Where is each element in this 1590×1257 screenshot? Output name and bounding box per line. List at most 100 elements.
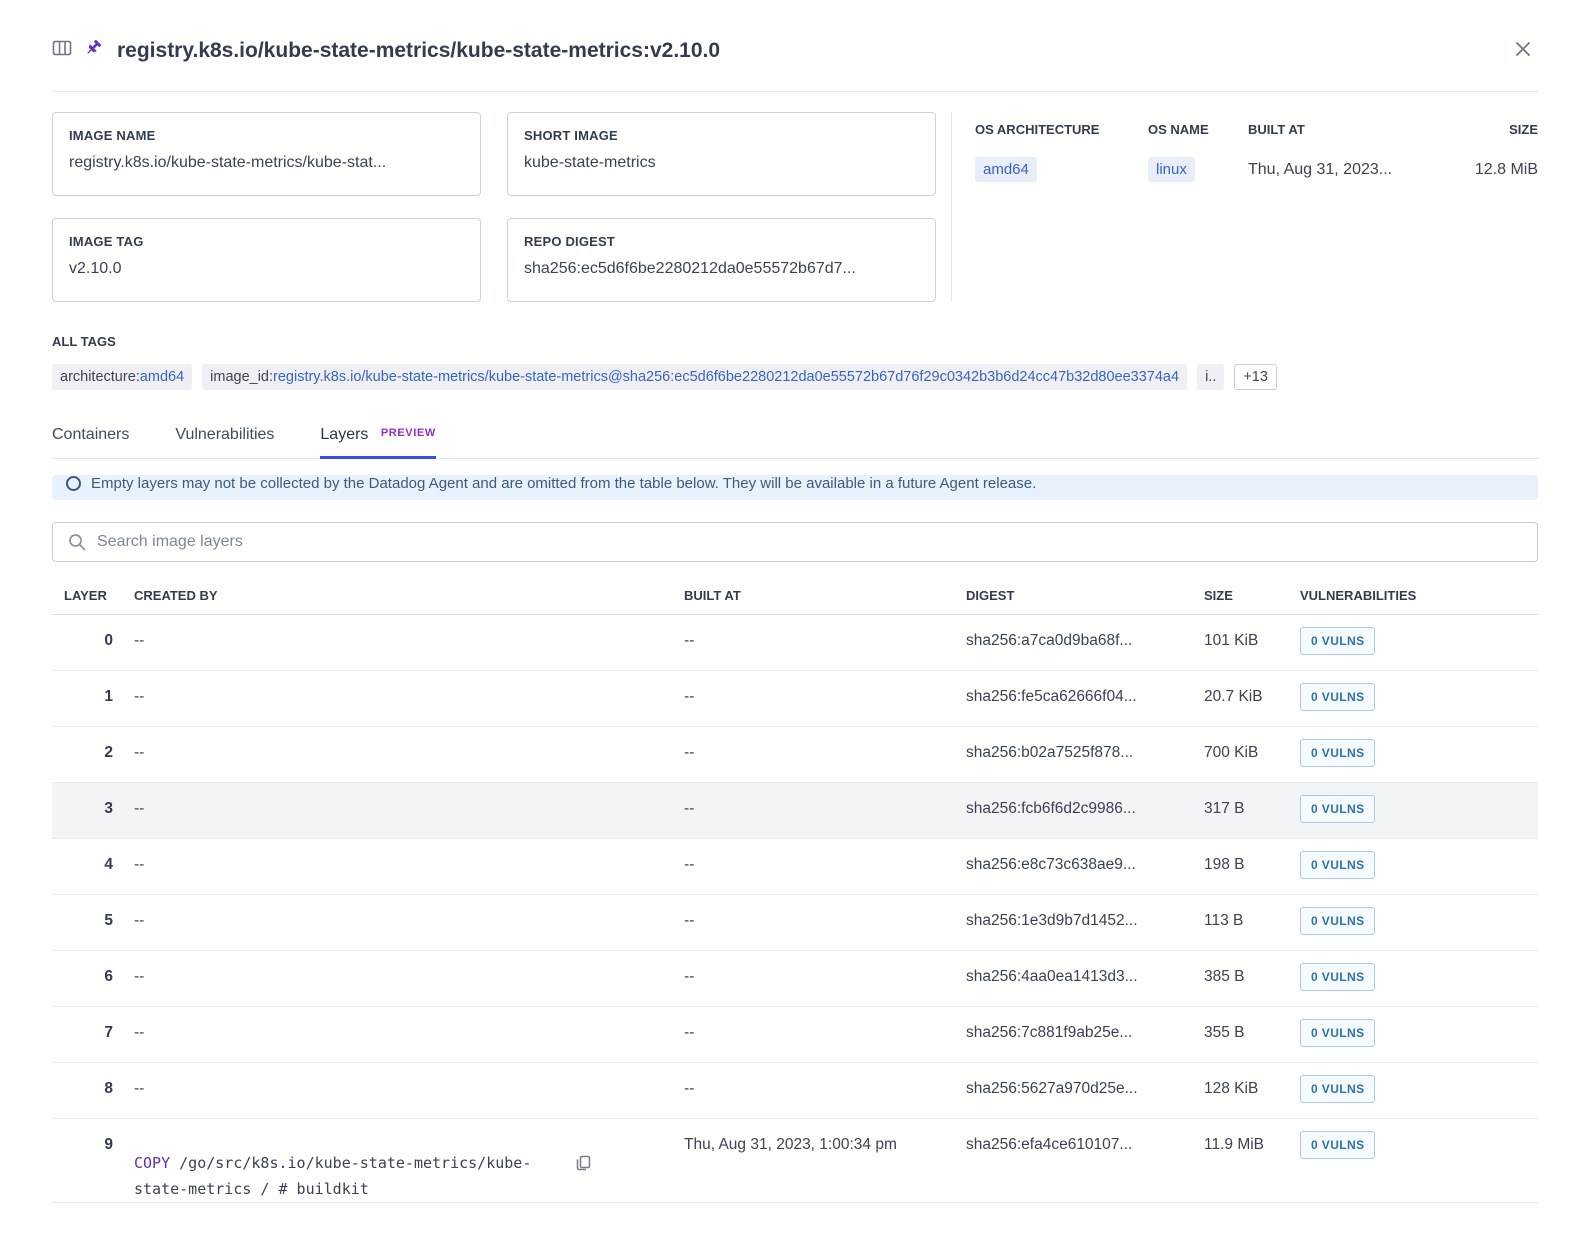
- tab-containers[interactable]: Containers: [52, 426, 129, 458]
- os-info: OS ARCHITECTURE OS NAME BUILT AT SIZE am…: [975, 112, 1538, 302]
- card-label: REPO DIGEST: [524, 234, 616, 249]
- vulns-badge: 0 VULNS: [1300, 627, 1376, 655]
- table-row[interactable]: 1 -- -- sha256:fe5ca62666f04... 20.7 KiB…: [52, 671, 1538, 727]
- vulns-cell: 0 VULNS: [1300, 1063, 1538, 1103]
- card-label: IMAGE TAG: [69, 234, 144, 249]
- col-header-digest: DIGEST: [966, 588, 1015, 603]
- layers-table-body: 0 -- -- sha256:a7ca0d9ba68f... 101 KiB 0…: [52, 615, 1538, 1203]
- tag-pill[interactable]: image_id:registry.k8s.io/kube-state-metr…: [202, 364, 1188, 390]
- all-tags-label: ALL TAGS: [52, 334, 116, 349]
- digest-value: sha256:b02a7525f878...: [966, 744, 1134, 761]
- copy-icon[interactable]: [574, 1154, 592, 1202]
- tag-pill[interactable]: i..: [1197, 364, 1225, 390]
- vulns-cell: 0 VULNS: [1300, 951, 1538, 991]
- vulns-badge: 0 VULNS: [1300, 1075, 1376, 1103]
- os-name-value[interactable]: linux: [1148, 157, 1195, 182]
- col-header-built-at: BUILT AT: [684, 588, 741, 603]
- all-tags-row: architecture:amd64 image_id:registry.k8s.…: [52, 364, 1538, 390]
- table-row[interactable]: 0 -- -- sha256:a7ca0d9ba68f... 101 KiB 0…: [52, 615, 1538, 671]
- vulns-badge: 0 VULNS: [1300, 963, 1376, 991]
- size-value: 700 KiB: [1204, 744, 1259, 761]
- vulns-cell: 0 VULNS: [1300, 1119, 1538, 1159]
- table-icon: [52, 38, 72, 63]
- created-by-value: --: [134, 688, 145, 705]
- size-value: 317 B: [1204, 800, 1245, 817]
- table-row[interactable]: 2 -- -- sha256:b02a7525f878... 700 KiB 0…: [52, 727, 1538, 783]
- close-button[interactable]: [1508, 34, 1538, 67]
- close-icon: [1512, 42, 1534, 63]
- table-row[interactable]: 3 -- -- sha256:fcb6f6d2c9986... 317 B 0 …: [52, 783, 1538, 839]
- card-short-image: SHORT IMAGE kube-state-metrics: [507, 112, 936, 196]
- table-row[interactable]: 4 -- -- sha256:e8c73c638ae9... 198 B 0 V…: [52, 839, 1538, 895]
- layer-number: 9: [104, 1136, 113, 1153]
- card-repo-digest: REPO DIGEST sha256:ec5d6f6be2280212da0e5…: [507, 218, 936, 302]
- vulns-cell: 0 VULNS: [1300, 671, 1538, 711]
- tab-layers[interactable]: Layers PREVIEW: [320, 426, 436, 459]
- digest-value: sha256:5627a970d25e...: [966, 1080, 1138, 1097]
- all-tags-section: ALL TAGS architecture:amd64 image_id:regi…: [52, 334, 1538, 390]
- table-row[interactable]: 7 -- -- sha256:7c881f9ab25e... 355 B 0 V…: [52, 1007, 1538, 1063]
- card-label: SHORT IMAGE: [524, 128, 618, 143]
- title-icons: [52, 38, 103, 63]
- built-at-value: --: [684, 1080, 695, 1097]
- info-banner-content: Empty layers may not be collected by the…: [52, 475, 1538, 500]
- table-row[interactable]: 8 -- -- sha256:5627a970d25e... 128 KiB 0…: [52, 1063, 1538, 1119]
- created-by-cell: --: [134, 1007, 684, 1042]
- os-architecture-header: OS ARCHITECTURE: [975, 122, 1100, 137]
- more-tags-button[interactable]: +13: [1234, 364, 1277, 390]
- created-by-cell: --: [134, 615, 684, 650]
- titlebar: registry.k8s.io/kube-state-metrics/kube-…: [52, 0, 1538, 67]
- vulns-badge: 0 VULNS: [1300, 907, 1376, 935]
- os-info-headers: OS ARCHITECTURE OS NAME BUILT AT SIZE: [975, 122, 1538, 137]
- tab-vulnerabilities[interactable]: Vulnerabilities: [175, 426, 274, 458]
- col-header-layer: LAYER: [64, 588, 107, 603]
- size-value: 385 B: [1204, 968, 1245, 985]
- os-built-at-header: BUILT AT: [1248, 122, 1305, 137]
- tag-pill[interactable]: architecture:amd64: [52, 364, 193, 390]
- created-by-value: --: [134, 856, 145, 873]
- os-architecture-value[interactable]: amd64: [975, 157, 1037, 182]
- col-header-size: SIZE: [1204, 588, 1233, 603]
- digest-value: sha256:efa4ce610107...: [966, 1136, 1133, 1153]
- table-row[interactable]: 5 -- -- sha256:1e3d9b7d1452... 113 B 0 V…: [52, 895, 1538, 951]
- created-by-cell: --: [134, 783, 684, 818]
- vulns-cell: 0 VULNS: [1300, 783, 1538, 823]
- card-label: IMAGE NAME: [69, 128, 156, 143]
- card-image-name: IMAGE NAME registry.k8s.io/kube-state-me…: [52, 112, 481, 196]
- info-banner: Empty layers may not be collected by the…: [52, 475, 1538, 500]
- layer-number: 5: [104, 912, 113, 929]
- size-value: 113 B: [1204, 912, 1244, 929]
- tag-key: image_id:: [210, 369, 274, 385]
- created-by-cell: COPY /go/src/k8s.io/kube-state-metrics/k…: [134, 1119, 684, 1202]
- vulns-badge: 0 VULNS: [1300, 851, 1376, 879]
- size-value: 11.9 MiB: [1204, 1136, 1265, 1153]
- created-by-value: --: [134, 632, 145, 649]
- vulns-cell: 0 VULNS: [1300, 615, 1538, 655]
- summary-cards: IMAGE NAME registry.k8s.io/kube-state-me…: [52, 112, 936, 302]
- vulns-badge: 0 VULNS: [1300, 683, 1376, 711]
- layer-number: 8: [104, 1080, 113, 1097]
- size-value: 101 KiB: [1204, 632, 1259, 649]
- search-input[interactable]: [52, 522, 1538, 562]
- vulns-badge: 0 VULNS: [1300, 1019, 1376, 1047]
- digest-value: sha256:fcb6f6d2c9986...: [966, 800, 1136, 817]
- vulns-cell: 0 VULNS: [1300, 1007, 1538, 1047]
- table-row[interactable]: 9 COPY /go/src/k8s.io/kube-state-metrics…: [52, 1119, 1538, 1203]
- table-row[interactable]: 6 -- -- sha256:4aa0ea1413d3... 385 B 0 V…: [52, 951, 1538, 1007]
- created-by-value: --: [134, 968, 145, 985]
- os-size-header: SIZE: [1509, 122, 1538, 137]
- created-by-cell: --: [134, 1063, 684, 1098]
- tab-layers-label: Layers: [320, 426, 369, 443]
- tag-value: registry.k8s.io/kube-state-metrics/kube-…: [273, 369, 1180, 385]
- search-icon: [67, 532, 87, 557]
- size-value: 198 B: [1204, 856, 1245, 873]
- pin-icon: [83, 38, 103, 63]
- created-by-value: --: [134, 800, 145, 817]
- created-by-cell: --: [134, 727, 684, 762]
- tabs: Containers Vulnerabilities Layers PREVIE…: [52, 426, 1538, 459]
- created-by-value: --: [134, 912, 145, 929]
- built-at-value: --: [684, 632, 695, 649]
- code-text: /go/src/k8s.io/kube-state-metrics/kube-s…: [134, 1154, 532, 1198]
- col-header-vulnerabilities: VULNERABILITIES: [1300, 588, 1417, 603]
- tag-key: i..: [1205, 369, 1217, 385]
